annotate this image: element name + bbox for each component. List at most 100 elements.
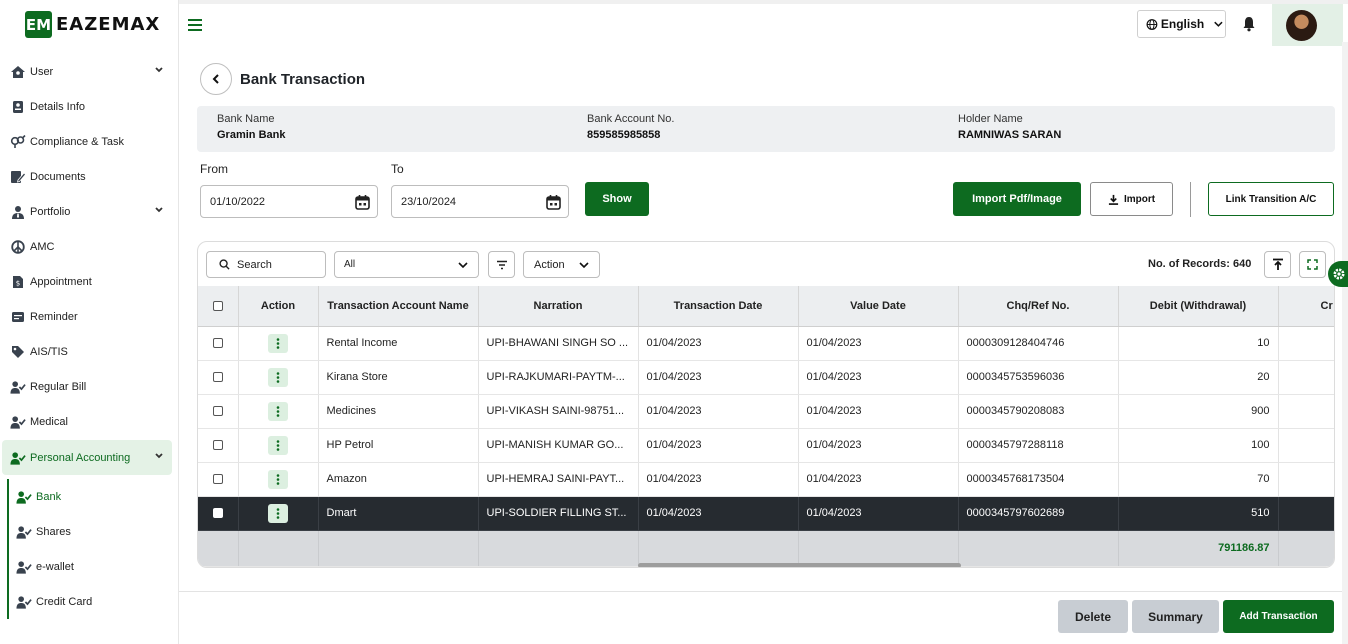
sidebar-item-credit-card[interactable]: Credit Card (0, 584, 178, 619)
row-select-cell[interactable] (198, 462, 239, 497)
back-button[interactable] (200, 63, 232, 95)
svg-text:$: $ (16, 279, 20, 287)
filter-select[interactable]: All (334, 251, 479, 278)
link-transition-button[interactable]: Link Transition A/C (1208, 182, 1334, 216)
holder-label: Holder Name (958, 113, 1023, 125)
menu-icon[interactable] (187, 18, 203, 32)
horizontal-scrollbar[interactable] (638, 563, 961, 567)
logo[interactable]: EM EAZEMAX (25, 11, 160, 38)
user-check-icon (10, 379, 26, 395)
user-check-icon (16, 489, 32, 505)
table-row[interactable]: Kirana Store UPI-RAJKUMARI-PAYTM-... 01/04… (198, 360, 1334, 395)
column-header-action[interactable]: Action (238, 286, 319, 327)
cell-value-date: 01/04/2023 (798, 326, 959, 361)
row-checkbox[interactable] (212, 338, 223, 349)
summary-button[interactable]: Summary (1132, 600, 1219, 633)
row-checkbox[interactable] (212, 440, 223, 451)
cell-narration: UPI-VIKASH SAINI-98751... (478, 394, 639, 429)
row-select-cell[interactable] (198, 360, 239, 395)
sidebar-item-label: Documents (30, 170, 86, 183)
row-checkbox[interactable] (212, 372, 223, 383)
kebab-menu-icon[interactable] (268, 469, 288, 489)
kebab-menu-icon[interactable] (268, 435, 288, 455)
sidebar-item-user[interactable]: User (0, 54, 178, 89)
column-header-narration[interactable]: Narration (478, 286, 639, 327)
sidebar-item-medical[interactable]: Medical (0, 404, 178, 439)
table-row[interactable]: Dmart UPI-SOLDIER FILLING ST... 01/04/2023… (198, 496, 1334, 531)
export-top-button[interactable] (1264, 251, 1291, 278)
chevron-down-icon (1214, 21, 1223, 27)
row-select-cell[interactable] (198, 496, 239, 531)
column-header-ref[interactable]: Chq/Ref No. (958, 286, 1119, 327)
settings-tab[interactable] (1328, 261, 1348, 287)
chevron-down-icon (154, 65, 164, 75)
records-value: 640 (1232, 258, 1252, 270)
table-body: Rental Income UPI-BHAWANI SINGH SO ... 01/… (198, 326, 1334, 567)
column-header-account[interactable]: Transaction Account Name (318, 286, 479, 327)
avatar[interactable] (1286, 10, 1317, 41)
sidebar-item-appointment[interactable]: $ Appointment (0, 264, 178, 299)
cell-ref: 0000309128404746 (958, 326, 1119, 361)
sidebar-item-personal-accounting[interactable]: Personal Accounting (2, 440, 172, 475)
table-row[interactable]: Rental Income UPI-BHAWANI SINGH SO ... 01/… (198, 326, 1334, 361)
from-date-input[interactable]: 01/10/2022 (200, 185, 378, 218)
top-header: English (179, 0, 1348, 48)
kebab-menu-icon[interactable] (268, 333, 288, 353)
sidebar-item-regular-bill[interactable]: Regular Bill (0, 369, 178, 404)
search-input[interactable]: Search (206, 251, 326, 278)
table-row[interactable]: Medicines UPI-VIKASH SAINI-98751... 01/04/… (198, 394, 1334, 429)
sidebar-item-documents[interactable]: Documents (0, 159, 178, 194)
cell-debit: 100 (1118, 428, 1279, 463)
select-all-checkbox[interactable] (212, 300, 223, 311)
bank-account-value: 859585985858 (587, 129, 661, 141)
sidebar-item-details-info[interactable]: Details Info (0, 89, 178, 124)
column-header-debit[interactable]: Debit (Withdrawal) (1118, 286, 1279, 327)
add-transaction-button[interactable]: Add Transaction (1223, 600, 1334, 633)
row-select-cell[interactable] (198, 326, 239, 361)
sidebar-item-shares[interactable]: Shares (0, 514, 178, 549)
sidebar-item-portfolio[interactable]: Portfolio (0, 194, 178, 229)
profile-area[interactable] (1272, 4, 1343, 46)
cell-narration: UPI-RAJKUMARI-PAYTM-... (478, 360, 639, 395)
sidebar-item-e-wallet[interactable]: e-wallet (0, 549, 178, 584)
delete-button[interactable]: Delete (1058, 600, 1128, 633)
cell-account: HP Petrol (318, 428, 479, 463)
row-select-cell[interactable] (198, 428, 239, 463)
table-row[interactable]: Amazon UPI-HEMRAJ SAINI-PAYT... 01/04/2023… (198, 462, 1334, 497)
filter-button[interactable] (488, 251, 515, 278)
column-header-credit[interactable]: Cr (1278, 286, 1334, 327)
sidebar-item-compliance-task[interactable]: Compliance & Task (0, 124, 178, 159)
import-pdf-button[interactable]: Import Pdf/Image (953, 182, 1081, 216)
select-all-header[interactable] (198, 286, 239, 327)
kebab-menu-icon[interactable] (268, 367, 288, 387)
show-button[interactable]: Show (585, 182, 649, 216)
kebab-menu-icon[interactable] (268, 503, 288, 523)
sidebar-item-bank[interactable]: Bank (0, 479, 178, 514)
fullscreen-button[interactable] (1299, 251, 1326, 278)
page-scrollbar[interactable] (1342, 42, 1348, 644)
sidebar-item-label: AIS/TIS (30, 345, 68, 358)
bell-icon[interactable] (1242, 16, 1256, 32)
sidebar-item-reminder[interactable]: Reminder (0, 299, 178, 334)
sidebar-item-ais-tis[interactable]: AIS/TIS (0, 334, 178, 369)
cell-narration: UPI-MANISH KUMAR GO... (478, 428, 639, 463)
table-row[interactable]: HP Petrol UPI-MANISH KUMAR GO... 01/04/202… (198, 428, 1334, 463)
row-checkbox[interactable] (212, 406, 223, 417)
calendar-icon[interactable] (546, 194, 561, 210)
column-header-transaction-date[interactable]: Transaction Date (638, 286, 799, 327)
calendar-icon[interactable] (355, 194, 370, 210)
column-header-value-date[interactable]: Value Date (798, 286, 959, 327)
sidebar-item-amc[interactable]: AMC (0, 229, 178, 264)
user-check-icon (10, 414, 26, 430)
language-select[interactable]: English (1137, 10, 1226, 38)
row-action-cell (238, 360, 319, 395)
sidebar-item-label: Details Info (30, 100, 86, 113)
import-button[interactable]: Import (1090, 182, 1173, 216)
row-select-cell[interactable] (198, 394, 239, 429)
row-checkbox[interactable] (212, 508, 223, 519)
action-select[interactable]: Action (523, 251, 600, 278)
row-checkbox[interactable] (212, 474, 223, 485)
to-date-input[interactable]: 23/10/2024 (391, 185, 569, 218)
kebab-menu-icon[interactable] (268, 401, 288, 421)
search-placeholder: Search (237, 258, 272, 271)
